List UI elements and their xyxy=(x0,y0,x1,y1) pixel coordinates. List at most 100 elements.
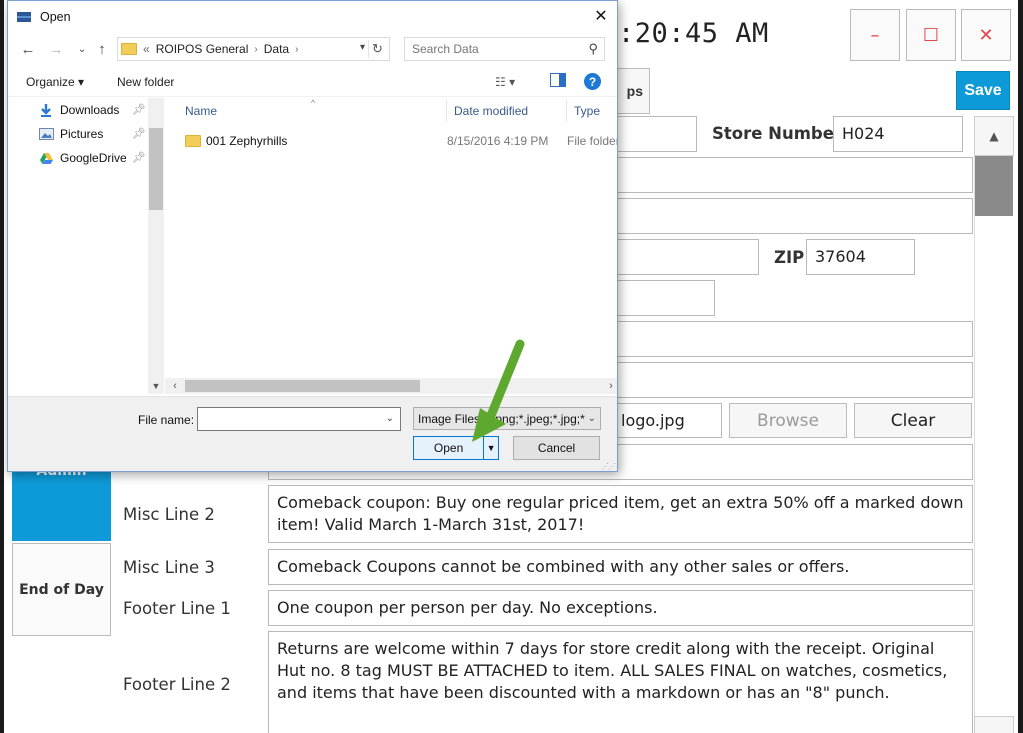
nav-item-label: Downloads xyxy=(60,103,120,117)
file-row[interactable]: 001 Zephyrhills 8/15/2016 4:19 PM File f… xyxy=(185,131,618,151)
zip-field[interactable]: 37604 xyxy=(806,239,915,275)
nav-item-googledrive[interactable]: GoogleDrive xyxy=(38,148,127,168)
google-drive-icon xyxy=(38,150,54,166)
search-icon: ⚲ xyxy=(588,41,598,56)
footer-line2-field[interactable]: Returns are welcome within 7 days for st… xyxy=(268,631,973,733)
file-name-input[interactable]: ⌄ xyxy=(197,407,401,431)
address-line1-field[interactable] xyxy=(600,157,973,193)
pictures-icon xyxy=(38,126,54,142)
resize-grip-icon[interactable]: ⋰⋰ xyxy=(601,462,616,471)
save-button[interactable]: Save xyxy=(956,71,1010,110)
preview-pane-icon[interactable] xyxy=(550,73,566,90)
chevron-down-icon[interactable]: ⌄ xyxy=(386,413,394,424)
help-icon[interactable]: ? xyxy=(584,73,601,90)
column-divider[interactable] xyxy=(446,100,447,122)
open-button[interactable]: Open xyxy=(414,437,483,459)
maximize-button[interactable]: ☐ xyxy=(906,9,956,61)
store-number-field[interactable]: H024 xyxy=(833,116,963,152)
navigation-bar: ← → ⌄ ↑ « ROIPOS General › Data › ▾ ↻ Se… xyxy=(8,34,617,64)
file-list-pane: Name ^ Date modified Type 001 Zephyrhill… xyxy=(165,98,618,394)
recent-chevron-icon[interactable]: ⌄ xyxy=(72,39,92,59)
breadcrumb-separator: › xyxy=(295,43,299,55)
download-arrow-icon xyxy=(38,102,54,118)
close-icon[interactable]: ✕ xyxy=(587,3,615,29)
refresh-icon[interactable]: ↻ xyxy=(368,40,386,58)
clock-display: :20:45 AM xyxy=(618,18,769,49)
file-type-select[interactable]: Image Files (*.png;*.jpeg;*.jpg;* ⌄ xyxy=(413,407,601,430)
close-button[interactable]: ✕ xyxy=(961,9,1011,61)
breadcrumb-root[interactable]: ROIPOS General xyxy=(156,42,249,56)
nav-item-downloads[interactable]: Downloads xyxy=(38,100,119,120)
minimize-button[interactable]: – xyxy=(850,9,900,61)
view-options-icon[interactable]: ☷ ▾ xyxy=(495,75,515,89)
address-line2-field[interactable] xyxy=(600,198,973,234)
column-header-name[interactable]: Name xyxy=(185,98,217,124)
scrollbar-thumb[interactable] xyxy=(975,156,1013,216)
footer-line1-field[interactable]: One coupon per person per day. No except… xyxy=(268,590,973,626)
file-list-horizontal-scrollbar[interactable]: ‹ › xyxy=(165,378,617,394)
nav-pane-scrollbar[interactable]: ▼ xyxy=(148,98,164,394)
file-name-label: File name: xyxy=(138,413,195,427)
address-bar[interactable]: « ROIPOS General › Data › ▾ ↻ xyxy=(117,37,390,61)
dialog-footer: File name: ⌄ Image Files (*.png;*.jpeg;*… xyxy=(8,396,617,471)
file-type: File folder xyxy=(567,134,618,148)
nav-item-pictures[interactable]: Pictures xyxy=(38,124,103,144)
zip-label: ZIP xyxy=(774,248,805,267)
header-line1-field[interactable] xyxy=(600,321,973,357)
header-line2-field[interactable] xyxy=(600,362,973,398)
new-folder-button[interactable]: New folder xyxy=(117,75,174,89)
misc-line2-field[interactable]: Comeback coupon: Buy one regular priced … xyxy=(268,485,973,543)
browse-button[interactable]: Browse xyxy=(729,403,847,438)
navigation-pane: Downloads 📌︎ Pictures 📌︎ GoogleDrive 📌︎ xyxy=(8,98,164,394)
pin-icon[interactable]: 📌︎ xyxy=(132,103,146,116)
chevron-down-icon[interactable]: ⌄ xyxy=(584,413,596,424)
chevron-down-icon[interactable]: ▾ xyxy=(360,42,365,53)
sidebar-item-end-of-day[interactable]: End of Day xyxy=(12,543,111,636)
city-field[interactable] xyxy=(600,239,759,275)
file-type-value: Image Files (*.png;*.jpeg;*.jpg;* xyxy=(418,411,585,426)
app-icon xyxy=(17,11,31,22)
search-input[interactable]: Search Data ⚲ xyxy=(404,37,605,61)
breadcrumb-separator: › xyxy=(254,43,258,55)
store-number-label: Store Number xyxy=(712,124,843,143)
scroll-up-icon[interactable]: ▲ xyxy=(974,116,1014,156)
chevron-left-icon[interactable]: ‹ xyxy=(167,378,183,394)
open-file-dialog: Open ✕ ← → ⌄ ↑ « ROIPOS General › Data ›… xyxy=(7,0,618,472)
up-arrow-icon[interactable]: ↑ xyxy=(92,39,112,59)
chevron-right-icon[interactable]: › xyxy=(603,378,617,394)
footer-line1-label: Footer Line 1 xyxy=(123,599,231,618)
pin-icon[interactable]: 📌︎ xyxy=(132,127,146,140)
nav-item-label: Pictures xyxy=(60,127,104,141)
organize-menu[interactable]: Organize ▾ xyxy=(26,75,84,89)
scrollbar-thumb[interactable] xyxy=(149,128,163,210)
sort-ascending-icon: ^ xyxy=(311,98,316,108)
column-header-type[interactable]: Type xyxy=(574,98,600,124)
folder-icon xyxy=(185,135,201,147)
misc-line3-field[interactable]: Comeback Coupons cannot be combined with… xyxy=(268,549,973,585)
misc-line3-label: Misc Line 3 xyxy=(123,558,215,577)
chevron-down-icon[interactable]: ▼ xyxy=(148,378,164,394)
misc-line2-label: Misc Line 2 xyxy=(123,505,215,524)
forward-arrow-icon[interactable]: → xyxy=(46,39,66,59)
file-date: 8/15/2016 4:19 PM xyxy=(447,134,549,148)
logo-file-field[interactable]: logo.jpg xyxy=(600,403,722,438)
folder-icon xyxy=(121,43,137,55)
cancel-button[interactable]: Cancel xyxy=(513,436,600,460)
nav-item-label: GoogleDrive xyxy=(60,151,127,165)
open-split-button[interactable]: Open ▼ xyxy=(413,436,499,460)
breadcrumb-current[interactable]: Data xyxy=(264,42,289,56)
file-name: 001 Zephyrhills xyxy=(206,134,288,148)
dialog-title: Open xyxy=(40,9,71,24)
search-placeholder: Search Data xyxy=(412,42,479,56)
scroll-down-button[interactable] xyxy=(974,716,1014,733)
back-arrow-icon[interactable]: ← xyxy=(18,39,38,59)
footer-line2-label: Footer Line 2 xyxy=(123,675,231,694)
breadcrumb-overflow[interactable]: « xyxy=(143,42,150,56)
open-options-chevron-icon[interactable]: ▼ xyxy=(483,437,498,459)
dialog-titlebar[interactable]: Open xyxy=(8,1,617,32)
column-divider[interactable] xyxy=(566,100,567,122)
scrollbar-thumb[interactable] xyxy=(185,380,420,392)
column-header-date[interactable]: Date modified xyxy=(454,98,528,124)
pin-icon[interactable]: 📌︎ xyxy=(132,151,146,164)
clear-button[interactable]: Clear xyxy=(854,403,972,438)
